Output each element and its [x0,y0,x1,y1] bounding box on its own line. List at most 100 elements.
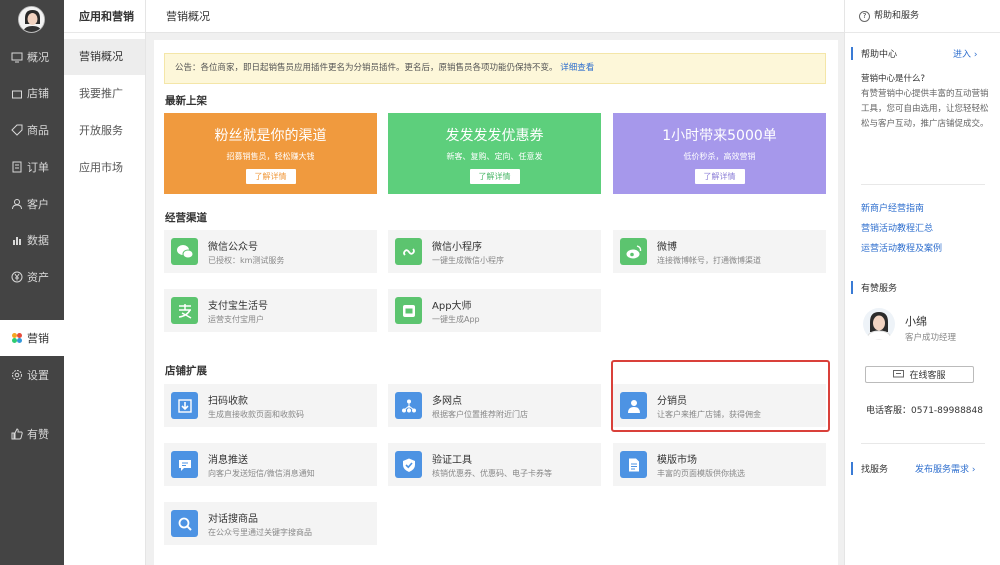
top-bar: 营销概况 [146,0,844,33]
banner-flash-sale[interactable]: 1小时带来5000单 低价秒杀，高效营销 了解详情 [613,113,826,194]
nav-item-marketing[interactable]: 营销 [0,320,64,356]
post-service-demand-link[interactable]: 发布服务需求 › [915,462,975,475]
nav-label: 有赞 [27,428,49,441]
notice-detail-link[interactable]: 详细查看 [560,63,594,73]
nav-label: 营销 [27,332,49,345]
gear-icon [12,370,22,380]
yen-icon [11,271,23,283]
banner-title: 发发发发优惠券 [445,128,544,144]
divider [861,443,985,444]
banner-subtitle: 招募销售员，轻松赚大钱 [226,152,315,161]
subnav-item-marketing-overview[interactable]: 营销概况 [64,39,145,75]
nav-label: 商品 [27,124,49,137]
card-desc: 丰富的页面模版供你挑选 [657,469,745,478]
card-name: App大师 [432,301,472,312]
nav-item-data[interactable]: 数据 [0,222,64,258]
section-title-expand: 店铺扩展 [165,365,207,377]
help-center-title: 帮助中心 [851,47,897,60]
card-app-master[interactable]: App大师 一键生成App [388,289,601,332]
nav-label: 店铺 [27,87,49,100]
online-service-button[interactable]: 在线客服 [865,366,974,383]
nav-item-youzan[interactable]: 有赞 [0,416,64,452]
petals-icon [12,333,22,343]
phone-service: 电话客服：0571-89988848 [866,403,983,416]
service-avatar [863,308,895,340]
chat-icon [893,370,905,378]
app-icon [395,297,422,324]
card-desc: 向客户发送短信/微信消息通知 [208,469,315,478]
link-merchant-guide[interactable]: 新商户经营指南 [861,201,924,214]
card-desc: 一键生成App [432,315,480,324]
banner-subtitle: 新客、复购、定向、任意发 [446,152,543,161]
monitor-icon [11,52,23,63]
card-name: 消息推送 [208,455,248,466]
help-answer: 有赞营销中心提供丰富的互动营销工具，您可自由选用，让您轻轻松松与客户互动，推广店… [861,89,989,129]
alipay-icon [171,297,198,324]
link-operation-cases[interactable]: 运营活动教程及案例 [861,241,942,254]
card-desc: 核销优惠券、优惠码、电子卡券等 [432,469,552,478]
main-content: 公告：各位商家，即日起销售员应用插件更名为分销员插件。更名后，原销售员各项功能仍… [154,40,838,565]
help-center-enter-link[interactable]: 进入 › [953,47,977,60]
card-wechat-official[interactable]: 微信公众号 已授权：km测试服务 [164,230,377,273]
multi-store-icon [395,392,422,419]
nav-item-goods[interactable]: 商品 [0,112,64,148]
phone-label: 电话客服： [866,406,912,416]
notice-text: 公告：各位商家，即日起销售员应用插件更名为分销员插件。更名后，原销售员各项功能仍… [175,63,558,73]
card-name: 模版市场 [657,455,697,466]
banner-detail-button[interactable]: 了解详情 [245,169,296,184]
card-weibo[interactable]: 微博 连接微博帐号，打通微博渠道 [613,230,826,273]
card-desc: 运营支付宝用户 [208,315,264,324]
card-desc: 已授权：km测试服务 [208,256,285,265]
nav-label: 概况 [27,51,49,64]
main-nav: 概况 店铺 商品 订单 客户 数据 资产 营销 设置 有赞 [0,0,64,565]
section-title-channels: 经营渠道 [165,212,207,224]
nav-item-customers[interactable]: 客户 [0,186,64,222]
banner-fans-channel[interactable]: 粉丝就是你的渠道 招募销售员，轻松赚大钱 了解详情 [164,113,377,194]
nav-label: 客户 [27,198,49,211]
page-title: 营销概况 [166,10,210,23]
card-name: 扫码收款 [208,396,248,407]
banner-detail-button[interactable]: 了解详情 [469,169,520,184]
card-verify-tool[interactable]: 验证工具 核销优惠券、优惠码、电子卡券等 [388,443,601,486]
avatar[interactable] [18,6,45,33]
card-alipay-life[interactable]: 支付宝生活号 运营支付宝用户 [164,289,377,332]
subnav-item-open-services[interactable]: 开放服务 [64,113,145,149]
distributor-highlight-box [611,360,830,432]
notice-bar: 公告：各位商家，即日起销售员应用插件更名为分销员插件。更名后，原销售员各项功能仍… [164,53,826,84]
mini-program-icon [395,238,422,265]
banner-detail-button[interactable]: 了解详情 [694,169,745,184]
link-marketing-tutorials[interactable]: 营销活动教程汇总 [861,221,933,234]
card-desc: 一键生成微信小程序 [432,256,504,265]
card-desc: 连接微博帐号，打通微博渠道 [657,256,761,265]
help-panel: ? 帮助和服务 帮助中心 进入 › 营销中心是什么? 有赞营销中心提供丰富的互动… [844,0,1000,565]
scan-pay-icon [171,392,198,419]
subnav-item-app-market[interactable]: 应用市场 [64,150,145,186]
card-wechat-mini-program[interactable]: 微信小程序 一键生成微信小程序 [388,230,601,273]
user-icon [12,199,22,210]
card-desc: 生成直接收款页面和收款码 [208,410,304,419]
thumbs-up-icon [11,428,23,440]
message-icon [171,451,198,478]
card-name: 对话搜商品 [208,514,258,525]
card-name: 微博 [657,242,677,253]
card-scan-pay[interactable]: 扫码收款 生成直接收款页面和收款码 [164,384,377,427]
nav-item-overview[interactable]: 概况 [0,39,64,75]
card-chat-search-goods[interactable]: 对话搜商品 在公众号里通过关键字搜商品 [164,502,377,545]
card-multi-store[interactable]: 多网点 根据客户位置推荐附近门店 [388,384,601,427]
tag-icon [11,124,23,136]
nav-item-orders[interactable]: 订单 [0,149,64,185]
subnav-item-promote[interactable]: 我要推广 [64,76,145,112]
subnav-title: 应用和营销 [64,0,145,33]
phone-number: 0571-89988848 [911,406,983,416]
card-message-push[interactable]: 消息推送 向客户发送短信/微信消息通知 [164,443,377,486]
card-name: 微信公众号 [208,242,258,253]
banner-coupons[interactable]: 发发发发优惠券 新客、复购、定向、任意发 了解详情 [388,113,601,194]
section-title-latest: 最新上架 [165,95,207,107]
help-panel-header: ? 帮助和服务 [845,0,1000,33]
nav-item-store[interactable]: 店铺 [0,75,64,111]
card-template-market[interactable]: 模版市场 丰富的页面模版供你挑选 [613,443,826,486]
nav-item-settings[interactable]: 设置 [0,357,64,393]
card-desc: 根据客户位置推荐附近门店 [432,410,528,419]
bar-chart-icon [13,237,21,245]
nav-item-assets[interactable]: 资产 [0,259,64,295]
